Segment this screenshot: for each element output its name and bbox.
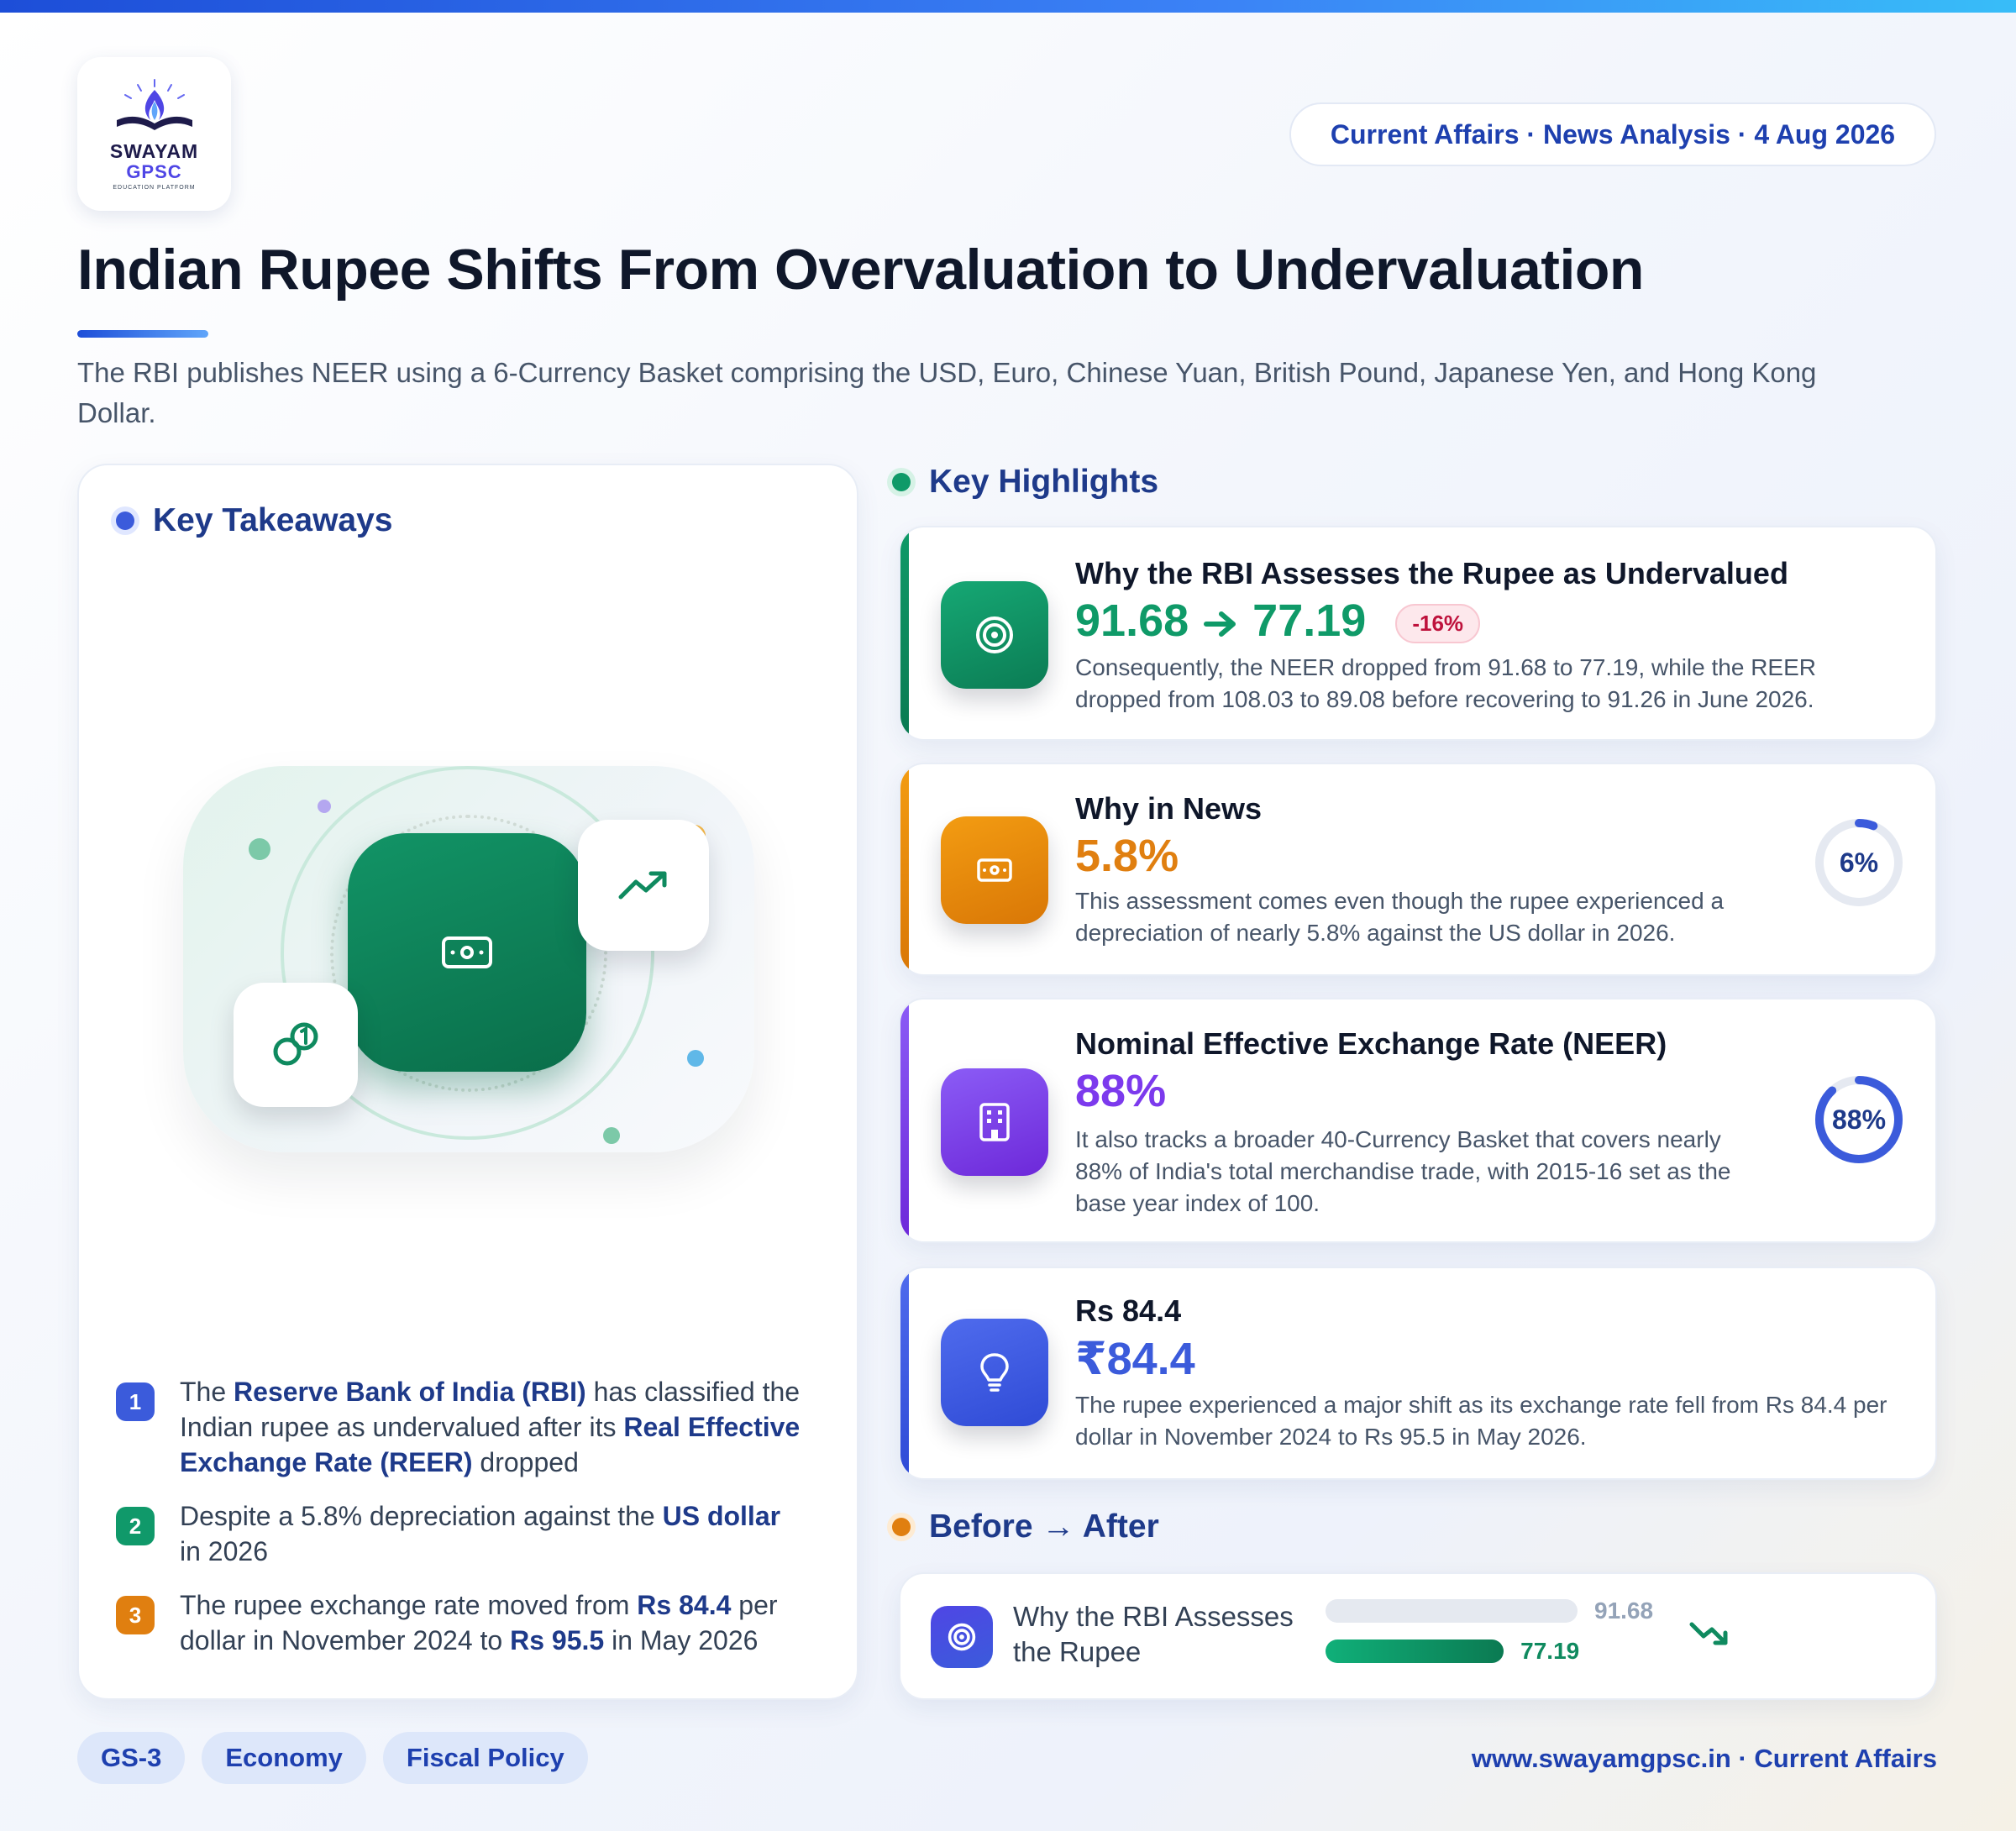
arrow-right-icon	[1204, 611, 1236, 637]
highlight-card-undervalued: Why the RBI Assesses the Rupee as Underv…	[899, 526, 1937, 741]
key-highlights-heading: Key Highlights	[892, 464, 1158, 501]
before-after-card: Why the RBI Assesses the Rupee 91.68 77.…	[899, 1572, 1937, 1700]
banknote-icon	[977, 858, 1012, 882]
building-tile	[941, 1068, 1048, 1176]
swayam-gpsc-logo: SWAYAM GPSC EDUCATION PLATFORM	[77, 57, 231, 211]
key-highlights-title: Key Highlights	[929, 464, 1159, 500]
depreciation-value: 5.8%	[1075, 831, 1179, 881]
gauge-label: 88%	[1831, 1104, 1887, 1135]
before-after-heading: Before → After	[892, 1508, 1159, 1545]
banknote-tile	[348, 833, 586, 1072]
list-item: 1 The Reserve Bank of India (RBI) has cl…	[116, 1374, 805, 1480]
trending-down-icon	[1689, 1622, 1728, 1645]
after-bar	[1326, 1640, 1504, 1663]
number-badge: 1	[116, 1382, 155, 1421]
card-title: Why in News	[1075, 791, 1263, 826]
trend-up-tile	[578, 820, 709, 951]
logo-line-3: EDUCATION PLATFORM	[113, 184, 196, 191]
date-pill: Current Affairs · News Analysis · 4 Aug …	[1289, 102, 1936, 166]
before-value: 91.68	[1594, 1598, 1654, 1624]
book-flame-icon	[116, 78, 192, 130]
key-takeaways-heading: Key Takeaways	[116, 502, 392, 539]
list-item: 2 Despite a 5.8% depreciation against th…	[116, 1498, 805, 1569]
before-after-label: Why the RBI Assesses the Rupee	[1013, 1601, 1294, 1667]
card-description: Consequently, the NEER dropped from 91.6…	[1075, 654, 1816, 712]
bullet-dot	[892, 473, 911, 491]
tag-economy: Economy	[202, 1732, 366, 1784]
card-title: Why the RBI Assesses the Rupee as Underv…	[1075, 556, 1788, 590]
card-description: It also tracks a broader 40-Currency Bas…	[1075, 1126, 1731, 1216]
top-accent-bar	[0, 0, 2016, 13]
tag-fiscal-policy: Fiscal Policy	[382, 1732, 588, 1784]
target-icon	[976, 616, 1013, 653]
key-takeaways-title: Key Takeaways	[153, 502, 393, 538]
highlight-card-exchange-rate: Rs 84.4 ₹84.4 The rupee experienced a ma…	[899, 1267, 1937, 1480]
page-subtitle: The RBI publishes NEER using a 6-Currenc…	[77, 357, 1817, 428]
card-description: This assessment comes even though the ru…	[1075, 888, 1725, 946]
bullet-dot	[892, 1518, 911, 1536]
percentage-gauge: 6%	[1813, 816, 1905, 909]
footer-link[interactable]: www.swayamgpsc.in · Current Affairs	[1472, 1744, 1937, 1774]
change-badge: -16%	[1395, 604, 1481, 644]
card-description: The rupee experienced a major shift as i…	[1075, 1392, 1887, 1450]
trending-up-icon	[618, 871, 667, 900]
page-title: Indian Rupee Shifts From Overvaluation t…	[77, 238, 1644, 302]
takeaways-list: 1 The Reserve Bank of India (RBI) has cl…	[116, 1374, 805, 1676]
exchange-rate-value: ₹84.4	[1075, 1334, 1195, 1384]
target-icon	[948, 1623, 976, 1651]
title-underline	[77, 330, 208, 338]
banknote-tile	[941, 816, 1048, 924]
currency-illustration	[183, 766, 754, 1152]
highlight-card-why-in-news: Why in News 5.8% This assessment comes e…	[899, 763, 1937, 976]
banknote-icon	[442, 936, 492, 968]
percentage-gauge: 88%	[1813, 1073, 1905, 1166]
highlight-card-neer: Nominal Effective Exchange Rate (NEER) 8…	[899, 998, 1937, 1243]
tag-gs3: GS-3	[77, 1732, 186, 1784]
logo-line-2: GPSC	[126, 160, 182, 182]
card-title: Rs 84.4	[1075, 1293, 1182, 1328]
lightbulb-icon	[980, 1353, 1009, 1392]
takeaway-text-1: The Reserve Bank of India (RBI) has clas…	[180, 1377, 801, 1477]
before-bar	[1326, 1599, 1578, 1623]
building-icon	[979, 1103, 1010, 1141]
takeaway-text-3: The rupee exchange rate moved from Rs 84…	[180, 1590, 778, 1655]
lightbulb-tile	[941, 1319, 1048, 1426]
topic-tags: GS-3 Economy Fiscal Policy	[77, 1732, 588, 1784]
before-after-title: Before → After	[929, 1508, 1159, 1545]
after-value: 77.19	[1520, 1638, 1580, 1664]
target-tile	[931, 1606, 993, 1668]
gauge-label: 6%	[1839, 847, 1879, 878]
key-takeaways-card: Key Takeaways 1 The Reserve Bank of Indi…	[77, 464, 858, 1700]
neer-change-value: 91.68 77.19 -16%	[1075, 595, 1481, 647]
card-title: Nominal Effective Exchange Rate (NEER)	[1075, 1026, 1667, 1061]
coins-tile	[234, 983, 358, 1107]
takeaway-text-2: Despite a 5.8% depreciation against the …	[180, 1501, 781, 1566]
logo-line-1: SWAYAM	[109, 139, 199, 162]
coins-icon	[273, 1022, 318, 1066]
trade-coverage-value: 88%	[1075, 1066, 1167, 1116]
bullet-dot	[116, 512, 134, 530]
list-item: 3 The rupee exchange rate moved from Rs …	[116, 1587, 805, 1658]
number-badge: 3	[116, 1596, 155, 1634]
number-badge: 2	[116, 1507, 155, 1545]
target-tile	[941, 581, 1048, 689]
